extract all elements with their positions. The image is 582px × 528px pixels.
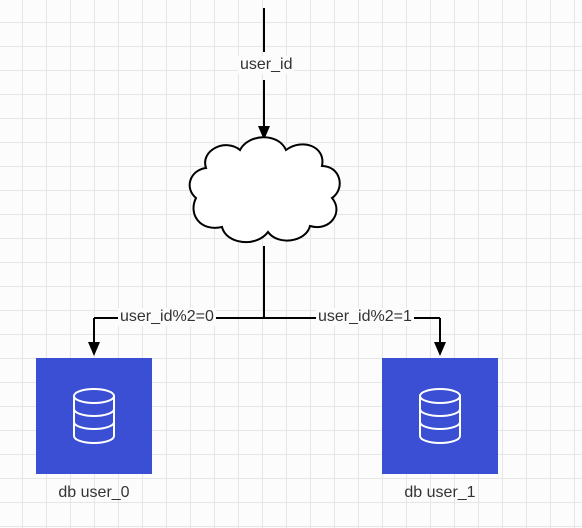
connector-branch: [0, 0, 582, 400]
db-caption-0: db user_0: [36, 484, 152, 502]
branch-right-label: user_id%2=1: [316, 308, 414, 326]
diagram-canvas: user_id user_id%2=0 user_id%2=1 db user_…: [0, 0, 582, 528]
branch-left-label: user_id%2=0: [118, 308, 216, 326]
db-node-1: [382, 358, 498, 474]
db-node-0: [36, 358, 152, 474]
db-caption-1: db user_1: [382, 484, 498, 502]
database-icon: [416, 388, 464, 444]
database-icon: [70, 388, 118, 444]
